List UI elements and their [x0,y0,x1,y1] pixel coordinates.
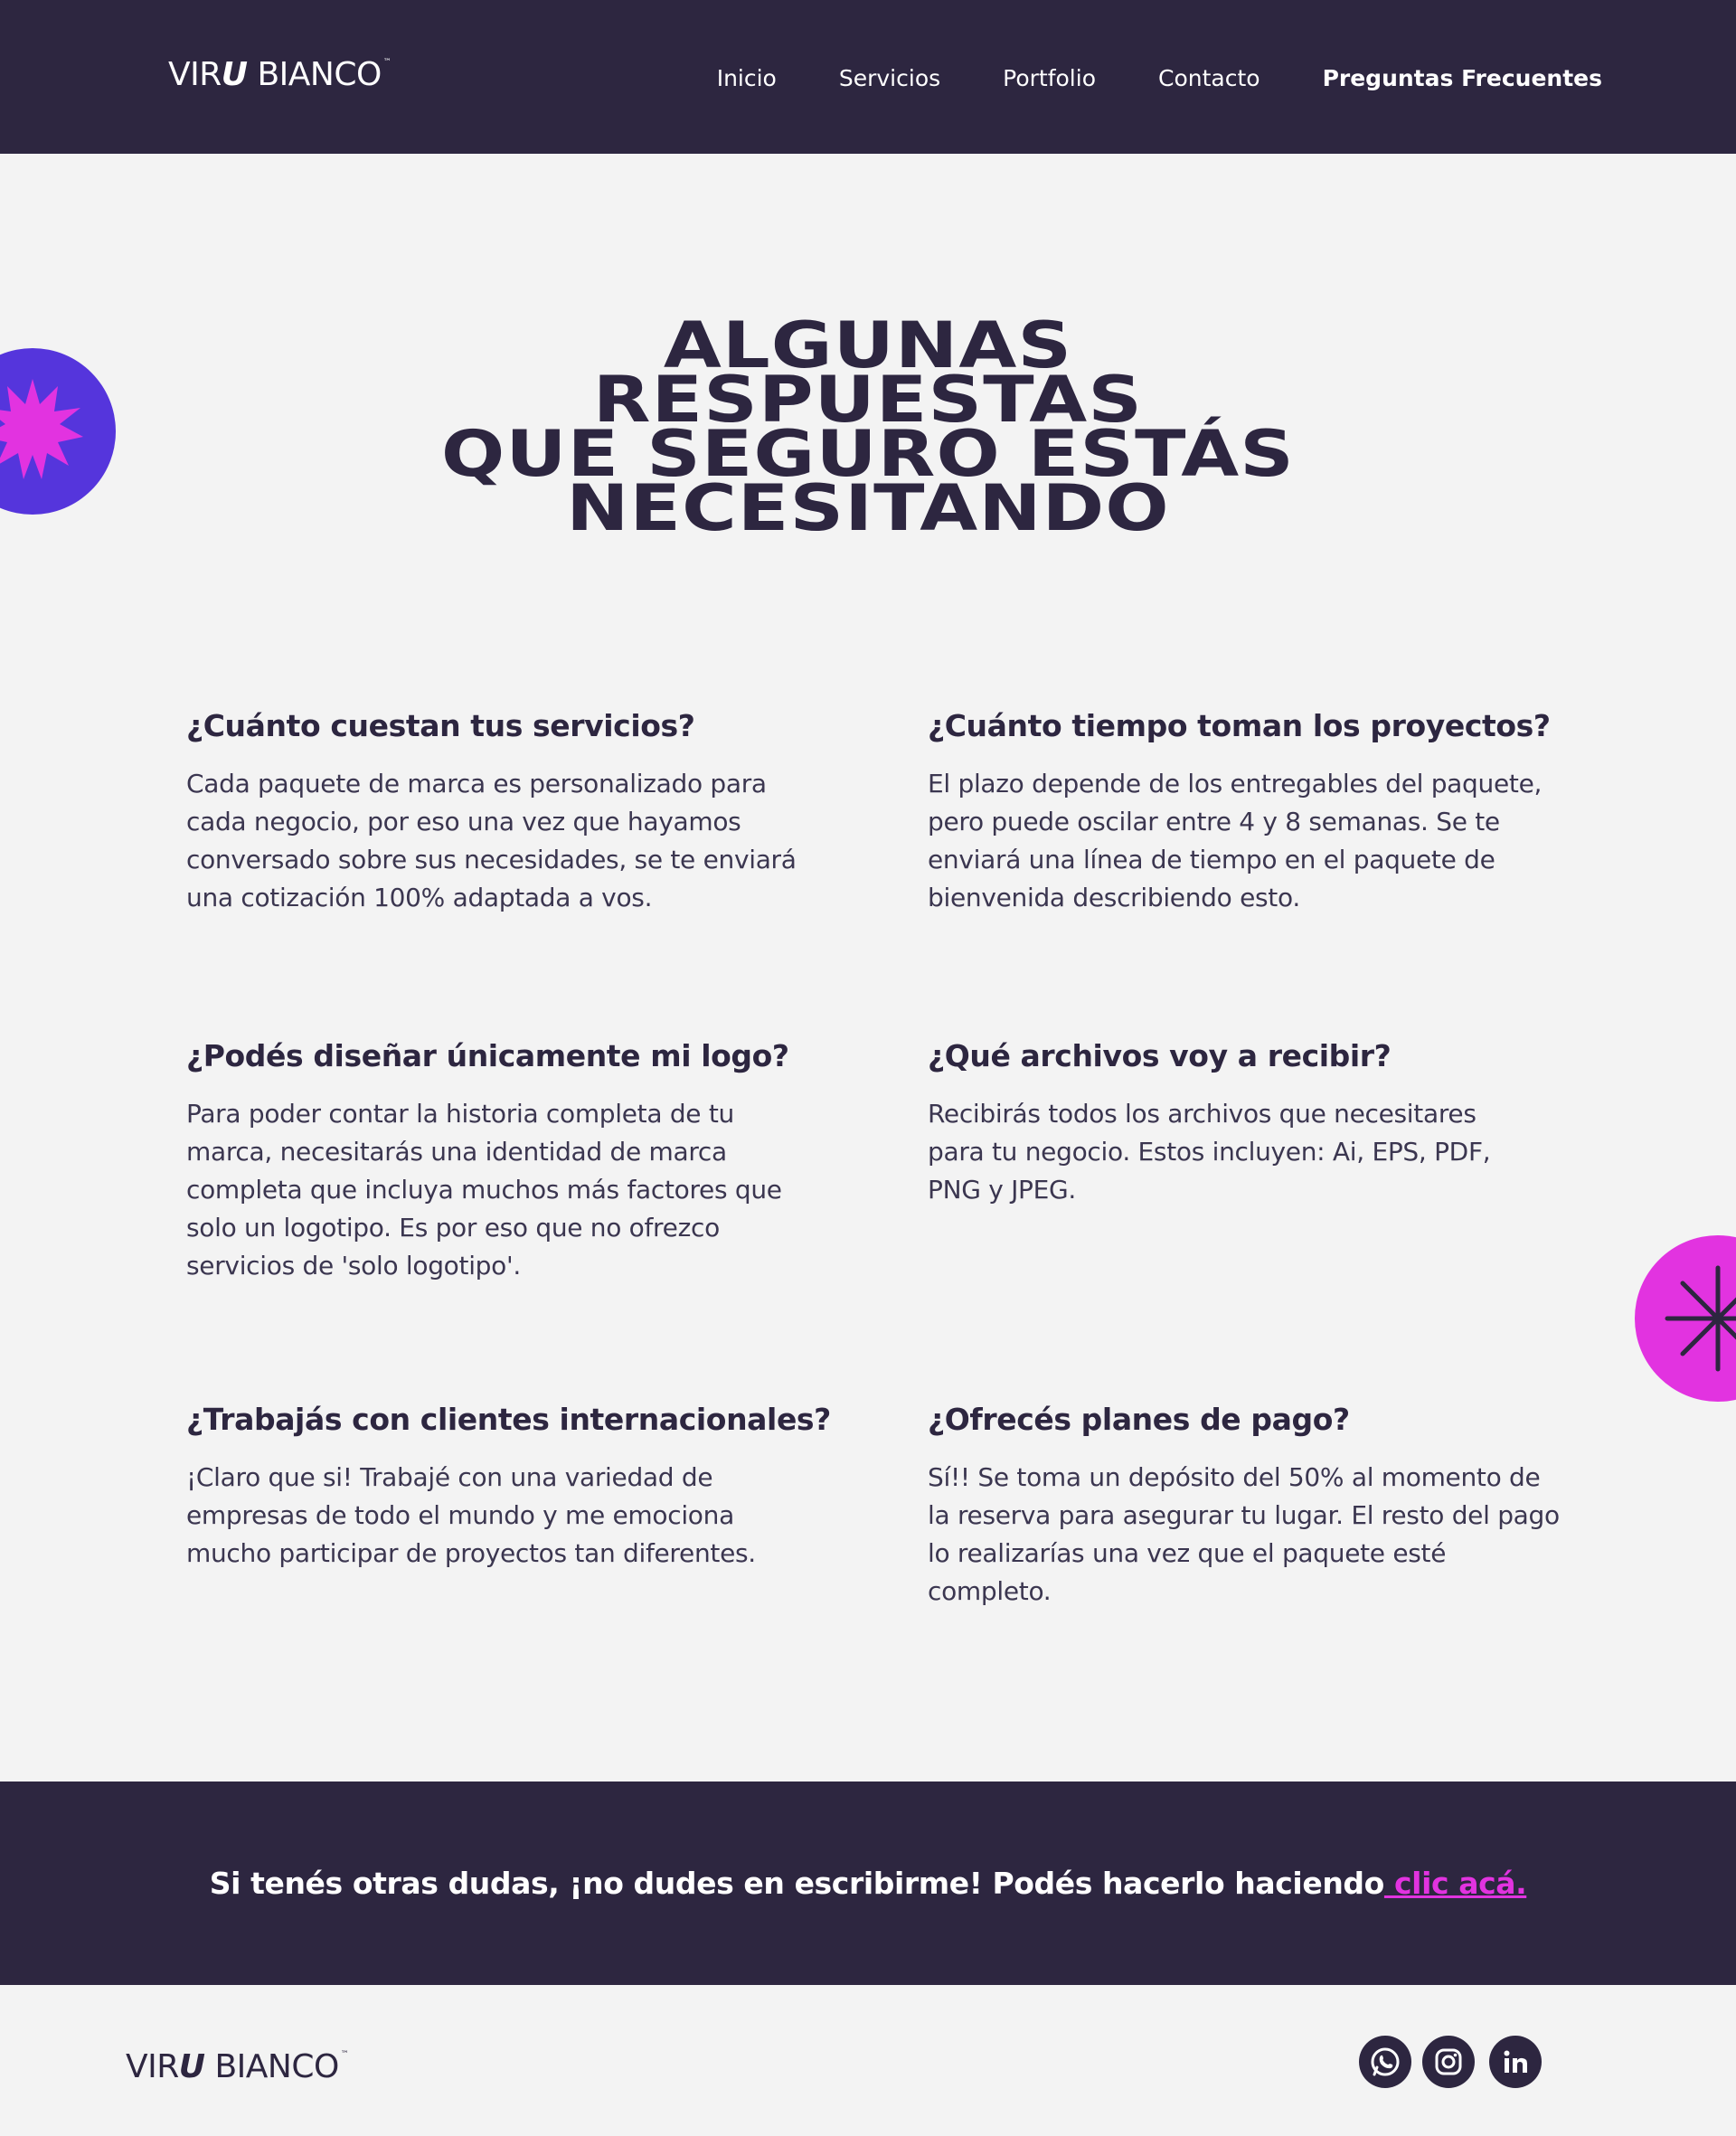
faq-answer: Para poder contar la historia completa d… [186,1099,782,1281]
site-header: VIRU BIANCO ™ Inicio Servicios Portfolio … [0,0,1736,154]
footer-logo[interactable]: VIRU BIANCO ™ [126,2048,349,2085]
nav-inicio[interactable]: Inicio [717,65,777,91]
footer-logo-text-u: U [178,2048,205,2085]
footer-logo-text-b: BIANCO [204,2048,339,2085]
faq-item: ¿Trabajás con clientes internacionales? … [186,1401,831,1573]
asterisk-icon [1665,1265,1736,1372]
linkedin-icon [1504,2050,1527,2073]
linkedin-button[interactable] [1489,2036,1542,2088]
logo-text-a: VIR [168,56,222,93]
cta-text: Si tenés otras dudas, ¡no dudes en escri… [210,1866,1527,1901]
faq-question: ¿Cuánto tiempo toman los proyectos? [928,708,1551,743]
faq-answer: El plazo depende de los entregables del … [928,769,1543,912]
faq-question: ¿Qué archivos voy a recibir? [928,1038,1392,1073]
logo-text-u: U [221,56,248,93]
instagram-icon [1435,2048,1462,2075]
faq-question: ¿Podés diseñar únicamente mi logo? [186,1038,789,1073]
faq-item: ¿Cuánto cuestan tus servicios? Cada paqu… [186,707,819,917]
faq-answer: Recibirás todos los archivos que necesit… [928,1099,1491,1205]
whatsapp-button[interactable] [1359,2036,1411,2088]
faq-answer: Cada paquete de marca es personalizado p… [186,769,797,912]
logo-text-b: BIANCO [247,56,382,93]
nav-portfolio[interactable]: Portfolio [1003,65,1096,91]
faq-answer: ¡Claro que si! Trabajé con una variedad … [186,1462,756,1568]
whatsapp-icon [1371,2047,1400,2076]
cta-link[interactable]: clic acá. [1384,1866,1527,1901]
starburst-badge-icon [0,348,116,515]
faq-item: ¿Cuánto tiempo toman los proyectos? El p… [928,707,1561,917]
asterisk-badge-icon [1635,1235,1736,1402]
footer-logo-trademark: ™ [340,2050,349,2059]
starburst-icon [0,379,83,479]
logo-trademark: ™ [382,58,392,67]
main-nav: Inicio Servicios Portfolio Contacto Preg… [655,65,1602,91]
faq-question: ¿Trabajás con clientes internacionales? [186,1402,831,1437]
nav-contacto[interactable]: Contacto [1158,65,1260,91]
title-line-4: NECESITANDO [566,471,1170,545]
contact-cta-band: Si tenés otras dudas, ¡no dudes en escri… [0,1782,1736,1985]
footer-logo-text-a: VIR [126,2048,179,2085]
brand-logo[interactable]: VIRU BIANCO ™ [168,56,392,93]
nav-servicios[interactable]: Servicios [839,65,940,91]
nav-preguntas-frecuentes[interactable]: Preguntas Frecuentes [1323,65,1602,91]
cta-message: Si tenés otras dudas, ¡no dudes en escri… [209,1866,1385,1901]
instagram-button[interactable] [1422,2036,1475,2088]
faq-question: ¿Cuánto cuestan tus servicios? [186,708,695,743]
faq-item: ¿Podés diseñar únicamente mi logo? Para … [186,1037,819,1285]
faq-question: ¿Ofrecés planes de pago? [928,1402,1350,1437]
faq-item: ¿Qué archivos voy a recibir? Recibirás t… [928,1037,1561,1209]
faq-item: ¿Ofrecés planes de pago? Sí!! Se toma un… [928,1401,1561,1611]
page-title: ALGUNAS RESPUESTAS QUE SEGURO ESTÁS NECE… [228,314,1508,545]
faq-answer: Sí!! Se toma un depósito del 50% al mome… [928,1462,1560,1606]
